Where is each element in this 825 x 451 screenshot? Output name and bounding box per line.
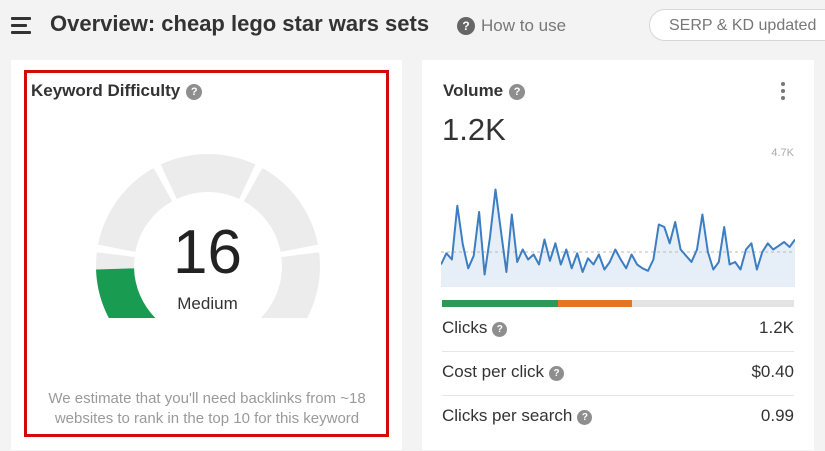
trend-max-label: 4.7K <box>771 147 794 159</box>
keyword-difficulty-title: Keyword Difficulty? <box>31 81 203 101</box>
volume-title: Volume? <box>443 81 526 101</box>
gauge-segment <box>160 154 256 199</box>
page-title: Overview: cheap lego star wars sets <box>50 11 430 36</box>
organic-clicks-segment <box>442 300 559 307</box>
metric-label: Cost per click <box>442 362 545 381</box>
more-options-icon[interactable] <box>778 82 788 102</box>
paid-clicks-segment <box>558 300 633 307</box>
metric-label: Clicks per search <box>442 406 573 425</box>
top-bar: Overview: cheap lego star wars sets ? How… <box>0 0 825 52</box>
metric-row-clicks: Clicks? 1.2K <box>442 307 794 352</box>
metric-row-cost-per-click: Cost per click? $0.40 <box>442 351 794 396</box>
keyword-difficulty-title-text: Keyword Difficulty <box>31 81 181 100</box>
help-icon: ? <box>457 17 475 35</box>
search-volume-value: 1.2K <box>442 112 506 147</box>
clicks-distribution-bar <box>442 300 794 307</box>
clicks-help-icon[interactable]: ? <box>492 322 508 337</box>
metric-value: 1.2K <box>759 318 794 337</box>
how-to-use-link[interactable]: ? How to use <box>457 16 566 36</box>
gauge-segment <box>260 252 320 318</box>
difficulty-level: Medium <box>177 294 238 313</box>
difficulty-score: 16 <box>173 218 242 287</box>
hamburger-menu-icon[interactable] <box>11 17 31 34</box>
kd-help-icon[interactable]: ? <box>186 84 203 100</box>
serp-kd-status-badge[interactable]: SERP & KD updated <box>649 9 825 41</box>
metric-value: 0.99 <box>760 406 794 425</box>
metric-value: $0.40 <box>751 362 794 381</box>
volume-help-icon[interactable]: ? <box>509 84 526 100</box>
volume-trend-chart <box>441 188 795 287</box>
volume-title-text: Volume <box>443 81 504 100</box>
metric-label: Clicks <box>442 318 488 337</box>
cps-help-icon[interactable]: ? <box>577 410 593 425</box>
how-to-use-label: How to use <box>481 16 567 35</box>
metric-row-clicks-per-search: Clicks per search? 0.99 <box>442 395 794 439</box>
gauge-fill-segment <box>96 268 156 318</box>
cpc-help-icon[interactable]: ? <box>549 366 565 381</box>
difficulty-note: We estimate that you'll need backlinks f… <box>48 390 366 427</box>
